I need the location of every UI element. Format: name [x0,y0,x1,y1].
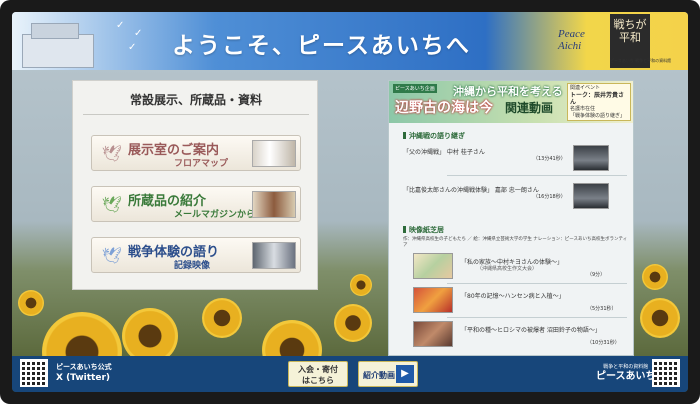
video-item[interactable]: 「比嘉俊太郎さんの沖縄戦体験」 嘉部 忠一朗さん （16分18秒） [403,183,629,209]
membership-donation-button[interactable]: 入会・寄付 はこちら [288,361,348,387]
divider [83,114,309,115]
sunflower-decoration [202,298,242,338]
sunflower-decoration [642,264,668,290]
button-sub-label: フロアマップ [174,159,229,169]
talk-line: 関連イベント [570,85,601,91]
play-icon: ▶ [396,365,414,383]
sunflower-decoration [350,274,372,296]
twitter-qr-code [20,359,48,387]
video-title: 「比嘉俊太郎さんの沖縄戦体験」 嘉部 忠一朗さん [403,187,539,194]
collection-panel: 常設展示、所蔵品・資料 🕊 展示室のご案内 フロアマップ 🕊 所蔵品の紹介 メー… [72,80,318,290]
event-tag: ピースあいち企画 [393,84,437,93]
section-title-kamishibai: 映像紙芝居 [403,225,444,235]
video-thumbnail [573,183,609,209]
peace-aichi-brand: 戦争と平和の資料館 ピースあいち [596,362,656,382]
video-thumbnail [573,145,609,171]
twitter-label: ピースあいち公式 [56,363,112,371]
peace-aichi-logo: Peace Aichi [558,28,585,52]
sunflower-decoration [640,298,680,338]
video-duration: （13分41秒） [533,156,566,162]
panel-title: 常設展示、所蔵品・資料 [129,93,262,107]
button-sub-label: メールマガジンから [174,210,256,220]
button-sub-label: 記録映像 [174,261,211,271]
video-duration: （16分18秒） [533,194,566,200]
intro-video-label: 紹介動画 [363,371,395,380]
video-thumbnail [413,253,453,279]
video-item[interactable]: 「80年の記憶～ハンセン病と入植～」 （5分31秒） [403,287,629,315]
device-frame: ✓ ✓ ✓ ようこそ、ピースあいちへ Peace Aichi 戦ちが平和 ピース… [0,0,700,404]
header-banner: ✓ ✓ ✓ ようこそ、ピースあいちへ Peace Aichi 戦ちが平和 ピース… [12,12,688,70]
donate-label: 入会・寄付 [298,365,338,374]
intro-video-button[interactable]: 紹介動画 ▶ [358,361,418,387]
video-thumbnail [413,287,453,313]
talk-speaker: トーク：辰井芳貴さん [570,92,625,106]
divider [447,175,627,176]
video-item[interactable]: 「私の家族～中村キヨさんの体験～」 （沖縄県高校生作文大会） （9分） [403,253,629,281]
collection-thumbnail [252,191,296,218]
brand-name: ピースあいち [596,371,656,382]
dove-icon: 🕊 [101,144,123,163]
video-item[interactable]: 「平和の種～ヒロシマの被爆者 沼田鈴子の物語～」 （10分31秒） [403,321,629,349]
video-duration: （5分31秒） [587,306,617,312]
twitter-link-text[interactable]: ピースあいち公式 X (Twitter) [56,362,112,384]
donate-sublabel: はこちら [302,376,334,385]
dove-icon: ✓ [116,20,125,31]
video-duration: （9分） [587,272,606,278]
video-thumbnail [413,321,453,347]
video-panel-banner: ピースあいち企画 沖縄から平和を考える 辺野古の海は今 関連動画 関連イベント … [389,81,633,123]
sunflower-decoration [334,304,372,342]
kiosk-screen: ✓ ✓ ✓ ようこそ、ピースあいちへ Peace Aichi 戦ちが平和 ピース… [12,12,688,392]
sunflower-decoration [18,290,44,316]
war-testimony-button[interactable]: 🕊 戦争体験の語り 記録映像 [91,237,301,273]
video-title: 「平和の種～ヒロシマの被爆者 沼田鈴子の物語～」 [461,327,601,334]
video-duration: （10分31秒） [587,340,620,346]
dove-icon: ✓ [134,28,143,39]
video-title: 「父の沖縄戦」 中村 桂子さん [403,149,485,156]
video-title: 「80年の記憶～ハンセン病と入植～」 [461,293,565,300]
header-note: ピースあいち 戦争と平和の資料館 [610,58,672,63]
related-videos-label: 関連動画 [505,101,554,115]
dove-icon: 🕊 [101,195,123,214]
kamishibai-credits: 作：沖縄県高校生の子どもたち ／ 絵：沖縄県立芸術大学の学生 ナレーション：ピー… [403,237,628,248]
section-title-okinawa: 沖縄戦の語り継ぎ [403,131,465,141]
divider [447,317,627,318]
dove-icon: 🕊 [101,246,123,265]
dove-icon: ✓ [128,42,137,53]
talk-line: 「戦争体験の語り継ぎ」 [570,113,626,119]
talk-line: 名護市在住 [570,106,596,112]
twitter-handle: X (Twitter) [56,373,110,383]
page-title: ようこそ、ピースあいちへ [172,33,471,59]
video-item[interactable]: 「父の沖縄戦」 中村 桂子さん （13分41秒） [403,145,629,171]
exhibition-thumbnail [252,140,296,167]
okinawa-video-panel: ピースあいち企画 沖縄から平和を考える 辺野古の海は今 関連動画 関連イベント … [388,80,634,356]
museum-building-illustration [22,23,94,68]
bottom-bar: ピースあいち公式 X (Twitter) 入会・寄付 はこちら 紹介動画 ▶ 戦… [12,356,688,392]
divider [447,283,627,284]
website-qr-code [652,359,680,387]
talk-event-box[interactable]: 関連イベント トーク：辰井芳貴さん 名護市在住 「戦争体験の語り継ぎ」 [567,83,631,121]
exhibition-guide-button[interactable]: 🕊 展示室のご案内 フロアマップ [91,135,301,171]
collection-intro-button[interactable]: 🕊 所蔵品の紹介 メールマガジンから [91,186,301,222]
testimony-thumbnail [252,242,296,269]
video-subtitle: （沖縄県高校生作文大会） [477,266,538,272]
banner-big-title: 辺野古の海は今 [395,100,493,116]
